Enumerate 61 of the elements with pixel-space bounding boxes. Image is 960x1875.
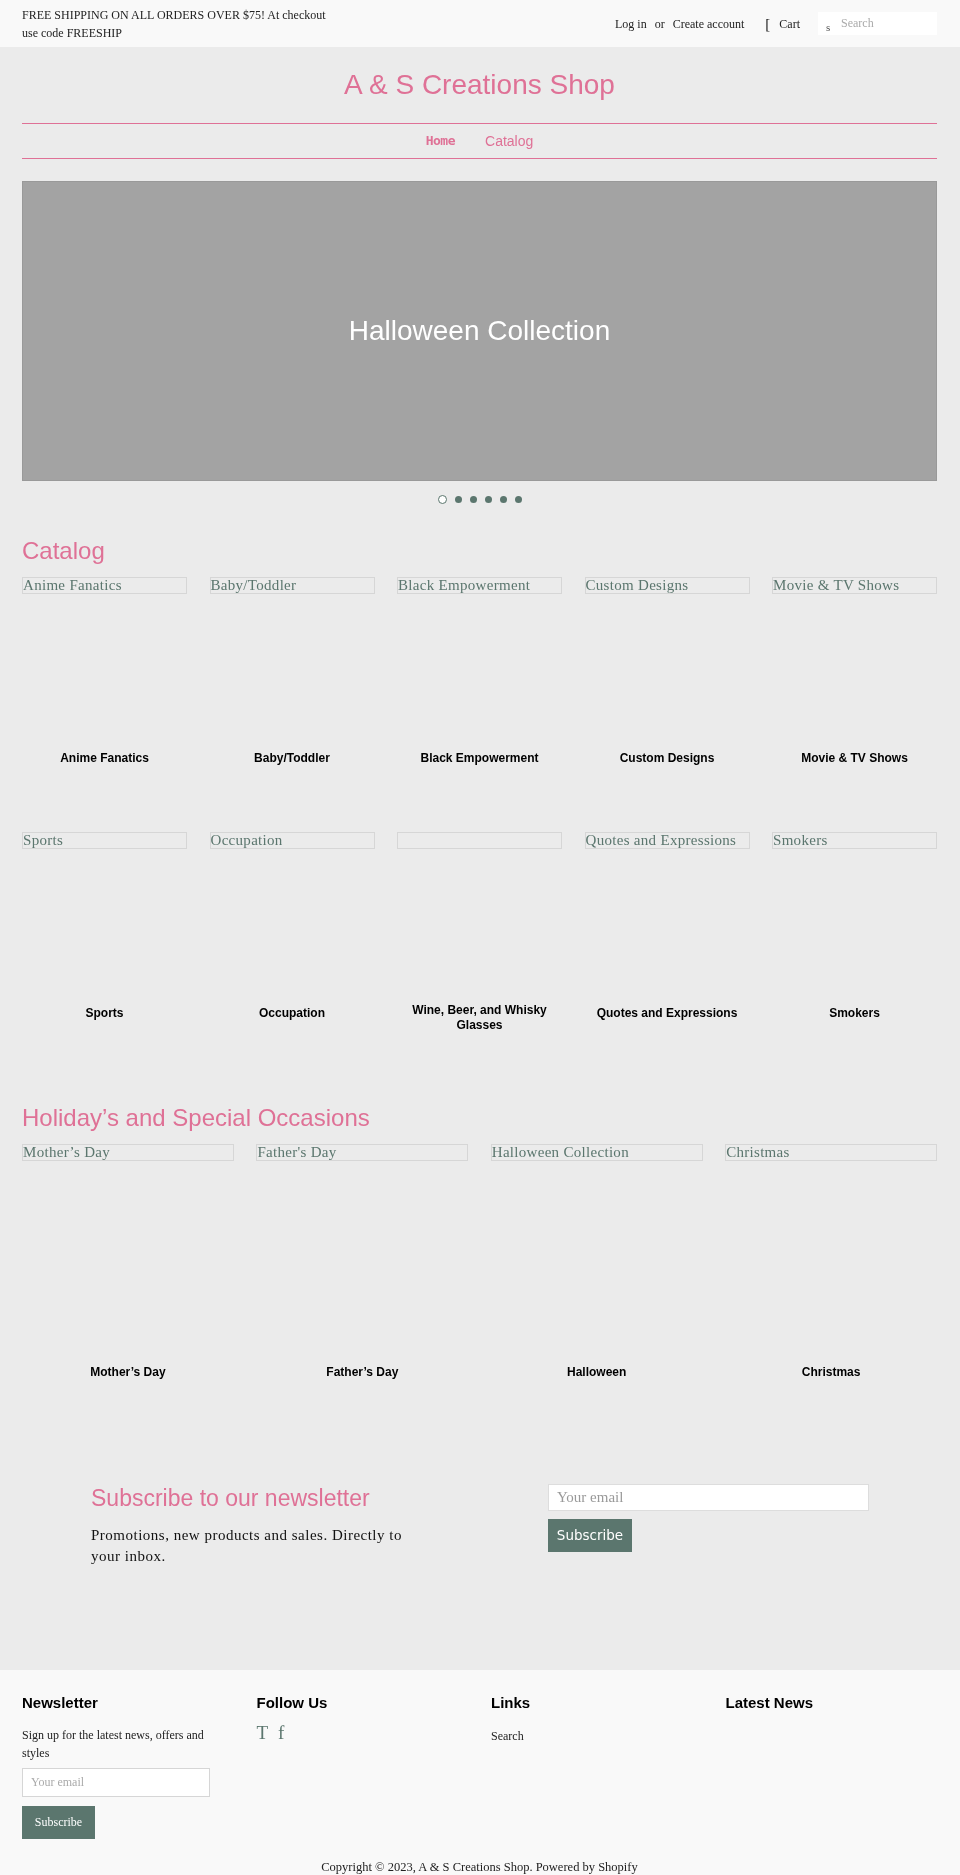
collection-title[interactable]: Anime Fanatics — [60, 751, 149, 766]
broken-image[interactable]: Baby/Toddler — [209, 577, 375, 594]
section-heading: Catalog — [22, 536, 105, 566]
collection-title[interactable]: Black Empowerment — [420, 751, 539, 766]
collection-title[interactable]: Mother’s Day — [90, 1364, 166, 1380]
subscribe-button[interactable]: Subscribe — [548, 1518, 632, 1552]
social-link[interactable]: T — [256, 1721, 269, 1744]
broken-image[interactable]: Custom Designs — [584, 577, 750, 594]
collection-title[interactable]: Baby/Toddler — [254, 751, 330, 766]
nav-link[interactable]: Catalog — [485, 132, 534, 150]
broken-image[interactable]: Father's Day — [256, 1144, 469, 1161]
broken-image[interactable]: Quotes and Expressions — [584, 832, 750, 849]
copyright-text: Copyright © 2023, A & S Creations Shop. Powered by Shopify — [321, 1859, 638, 1874]
broken-image[interactable]: Christmas — [725, 1144, 937, 1161]
slide-dot-icon[interactable] — [484, 496, 492, 503]
broken-image[interactable]: Halloween Collection — [490, 1144, 703, 1161]
email-field[interactable]: Your email — [22, 1767, 210, 1797]
collection-title[interactable]: Halloween — [567, 1364, 627, 1380]
subscribe-button[interactable]: Subscribe — [22, 1805, 95, 1839]
broken-image[interactable]: Movie & TV Shows — [772, 577, 937, 594]
footer-heading: Latest News — [725, 1693, 814, 1712]
broken-image[interactable]: Anime Fanatics — [22, 577, 187, 594]
broken-image[interactable]: Smokers — [772, 832, 937, 849]
email-field[interactable]: Your email — [548, 1483, 869, 1511]
social-link[interactable]: f — [278, 1721, 285, 1744]
slide-dot-icon[interactable] — [454, 496, 462, 503]
slide-dot-icon[interactable] — [499, 496, 507, 503]
slide-banner[interactable]: Halloween Collection — [22, 181, 937, 481]
section-heading: Holiday’s and Special Occasions — [22, 1103, 370, 1133]
collection-title[interactable]: Occupation — [259, 1006, 325, 1021]
nav-link[interactable]: Home — [425, 132, 455, 150]
slide-dot-icon[interactable] — [514, 496, 522, 503]
footer-link[interactable]: Search — [491, 1728, 524, 1743]
collection-title[interactable]: Father’s Day — [326, 1364, 399, 1380]
broken-image[interactable]: Black Empowerment — [397, 577, 562, 594]
separator-text: or — [654, 15, 665, 32]
cart-link[interactable]: [ Cart — [765, 15, 800, 32]
slide-dot-icon[interactable] — [437, 495, 447, 504]
collection-title[interactable]: Wine, Beer, and Whisky Glasses — [397, 1003, 562, 1033]
newsletter-heading: Subscribe to our newsletter — [91, 1483, 370, 1512]
collection-title[interactable]: Christmas — [801, 1364, 861, 1380]
collection-title[interactable]: Sports — [85, 1006, 124, 1021]
footer-heading: Links — [491, 1693, 531, 1712]
collection-title[interactable]: Custom Designs — [619, 751, 715, 766]
collection-title[interactable]: Movie & TV Shows — [801, 751, 908, 766]
collection-title[interactable]: Smokers — [829, 1006, 880, 1021]
login-link[interactable]: Log in — [615, 15, 647, 32]
announcement-text: FREE SHIPPING ON ALL ORDERS OVER $75! At checkout use code FREESHIP — [22, 6, 327, 42]
collection-title[interactable]: Quotes and Expressions — [596, 1006, 738, 1021]
shop-title[interactable]: A & S Creations Shop — [344, 66, 615, 103]
broken-image[interactable]: Mother’s Day — [22, 1144, 234, 1161]
slide-caption: Halloween Collection — [348, 314, 611, 348]
newsletter-text: Promotions, new products and sales. Directly to your inbox. — [91, 1525, 403, 1566]
create-account-link[interactable]: Create account — [672, 15, 745, 32]
broken-image[interactable]: Sports — [22, 832, 187, 849]
broken-image[interactable]: Occupation — [209, 832, 375, 849]
footer-heading: Follow Us — [256, 1693, 328, 1712]
footer-heading: Newsletter — [22, 1693, 98, 1712]
search-glyph: s — [826, 21, 831, 33]
slide-dot-icon[interactable] — [469, 496, 477, 503]
footer-text: Sign up for the latest news, offers and styles — [22, 1726, 205, 1762]
